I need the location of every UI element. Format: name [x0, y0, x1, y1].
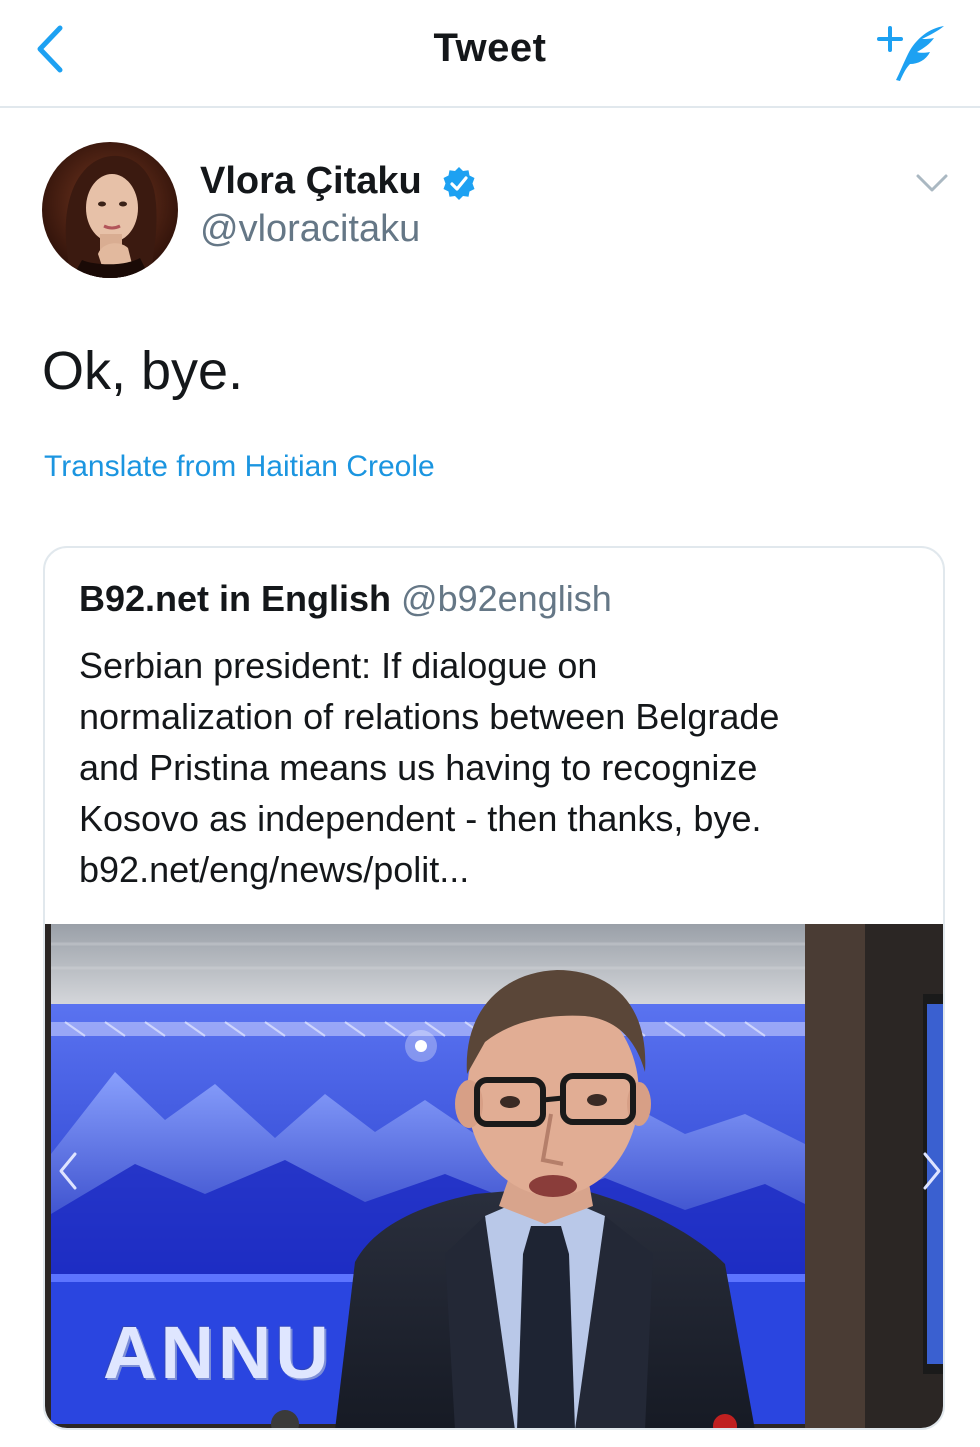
top-navigation-bar: Tweet — [0, 0, 980, 108]
quoted-author-name: B92.net in English — [79, 578, 392, 619]
translate-link[interactable]: Translate from Haitian Creole — [44, 450, 435, 484]
media-previous-button[interactable] — [55, 1146, 81, 1196]
quoted-tweet-text: Serbian president: If dialogue on normal… — [79, 640, 929, 895]
avatar[interactable] — [42, 142, 178, 278]
quoted-text-line: Kosovo as independent - then thanks, bye… — [79, 798, 762, 839]
page-title: Tweet — [433, 26, 547, 70]
compose-tweet-icon — [877, 26, 944, 81]
compose-tweet-button[interactable] — [872, 20, 952, 86]
tweet-text: Ok, bye. — [42, 341, 244, 401]
quoted-text-line: and Pristina means us having to recogniz… — [79, 747, 758, 788]
more-options-button[interactable] — [914, 170, 950, 196]
author-handle[interactable]: @vloracitaku — [200, 208, 420, 251]
author-name[interactable]: Vlora Çitaku — [200, 160, 422, 203]
quoted-tweet-header: B92.net in English @b92english — [79, 578, 612, 620]
chevron-left-icon — [59, 1152, 77, 1190]
quoted-tweet-card[interactable]: B92.net in English @b92english Serbian pr… — [43, 546, 945, 1430]
verified-badge-icon — [441, 166, 477, 202]
quoted-text-line: Serbian president: If dialogue on — [79, 645, 598, 686]
chevron-right-icon — [923, 1152, 941, 1190]
quoted-author-handle: @b92english — [401, 578, 612, 619]
quoted-text-line: normalization of relations between Belgr… — [79, 696, 780, 737]
media-next-button[interactable] — [919, 1146, 943, 1196]
backdrop-sign-text: ANNU — [103, 1311, 333, 1394]
chevron-down-icon — [916, 174, 948, 192]
quoted-link[interactable]: b92.net/eng/news/polit... — [79, 844, 929, 895]
quoted-tweet-media[interactable]: ANNU — [45, 924, 943, 1428]
avatar-image — [42, 142, 178, 278]
